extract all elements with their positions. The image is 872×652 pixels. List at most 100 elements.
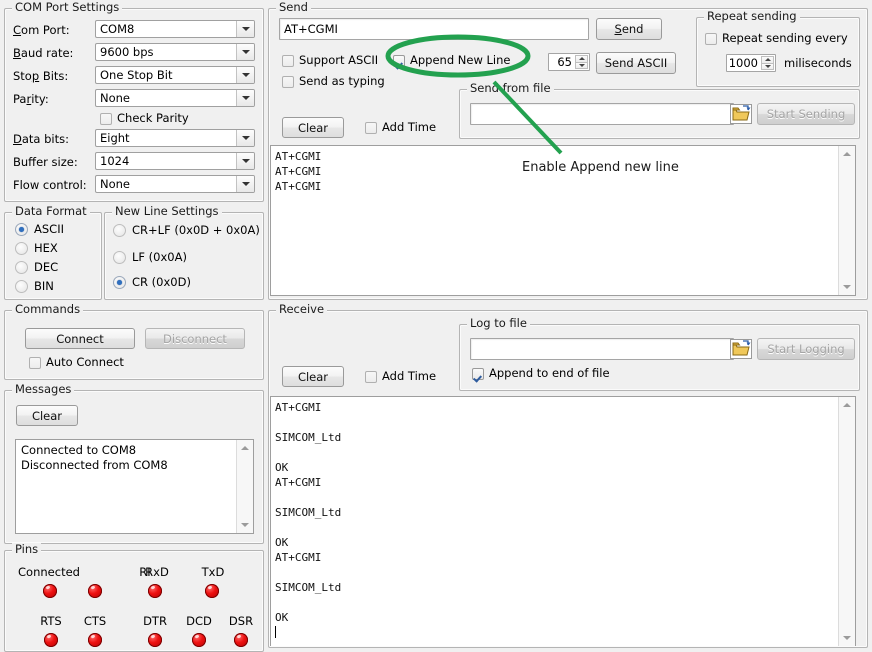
receive-group: Receive Clear Add Time Log to file Start…	[268, 310, 868, 648]
radio-box	[15, 223, 28, 236]
data-format-option-dec[interactable]: DEC	[15, 261, 58, 274]
new-line-option-cr[interactable]: CR (0x0D)	[113, 276, 191, 289]
connect-button[interactable]: Connect	[25, 328, 135, 349]
send-file-path-input[interactable]	[470, 103, 734, 125]
check-parity-label: Check Parity	[117, 112, 189, 125]
chevron-down-icon[interactable]	[236, 153, 254, 169]
receive-clear-button[interactable]: Clear	[282, 366, 344, 387]
scroll-down-icon[interactable]	[237, 517, 253, 533]
radio-box	[113, 276, 126, 289]
scroll-down-icon[interactable]	[839, 279, 855, 295]
send-ascii-button[interactable]: Send ASCII	[596, 52, 676, 74]
repeat-interval-spinner[interactable]: 1000	[726, 54, 776, 72]
receive-log-scrollbar[interactable]	[838, 397, 855, 646]
pin-led-txd	[205, 584, 219, 598]
append-to-end-checkbox[interactable]: Append to end of file	[472, 367, 610, 380]
send-input[interactable]: AT+CGMI	[279, 18, 589, 40]
radio-box	[113, 224, 126, 237]
data-format-option-ascii[interactable]: ASCII	[15, 223, 64, 236]
disconnect-button[interactable]: Disconnect	[145, 328, 245, 349]
data-bits-label: Data bits:	[13, 132, 69, 146]
messages-listbox[interactable]: Connected to COM8 Disconnected from COM8	[15, 439, 254, 534]
serial-terminal-window: COM Port Settings Com Port: COM8 Baud ra…	[0, 0, 872, 646]
scroll-up-icon[interactable]	[839, 146, 855, 162]
repeat-sending-label: Repeat sending every	[722, 32, 848, 45]
new-line-option-crlf[interactable]: CR+LF (0x0D + 0x0A)	[113, 224, 260, 237]
append-new-line-checkbox[interactable]: Append New Line	[393, 54, 511, 67]
pin-label-rxd: RxD	[127, 565, 187, 579]
start-sending-button[interactable]: Start Sending	[757, 103, 855, 125]
start-logging-button[interactable]: Start Logging	[757, 338, 855, 360]
flow-control-combobox[interactable]: None	[95, 175, 255, 193]
ascii-code-spinner[interactable]: 65	[548, 53, 590, 71]
folder-open-icon[interactable]	[730, 339, 752, 359]
pin-led-rts	[44, 633, 58, 647]
repeat-interval-value: 1000	[727, 55, 760, 71]
baud-rate-combobox[interactable]: 9600 bps	[95, 43, 255, 61]
pin-led-dcd	[192, 633, 206, 647]
messages-clear-button[interactable]: Clear	[16, 405, 78, 426]
repeat-sending-checkbox[interactable]: Repeat sending every	[705, 32, 848, 45]
com-port-combobox[interactable]: COM8	[95, 20, 255, 38]
check-parity-checkbox[interactable]: Check Parity	[100, 112, 189, 125]
commands-group: Commands Connect Disconnect Auto Connect	[4, 310, 264, 380]
spinner-arrows[interactable]	[761, 56, 774, 70]
messages-group: Messages Clear Connected to COM8 Disconn…	[4, 390, 264, 544]
checkbox-box	[705, 33, 717, 45]
scroll-up-icon[interactable]	[839, 397, 855, 413]
chevron-down-icon[interactable]	[236, 44, 254, 60]
stop-bits-combobox[interactable]: One Stop Bit	[95, 66, 255, 84]
pin-label-connected: Connected	[13, 565, 85, 579]
send-add-time-checkbox[interactable]: Add Time	[365, 121, 436, 134]
chevron-down-icon[interactable]	[236, 176, 254, 192]
receive-add-time-label: Add Time	[382, 370, 436, 383]
data-format-option-hex[interactable]: HEX	[15, 242, 58, 255]
buffer-size-combobox[interactable]: 1024	[95, 152, 255, 170]
log-to-file-caption: Log to file	[467, 317, 530, 329]
chevron-down-icon[interactable]	[236, 67, 254, 83]
folder-open-icon[interactable]	[730, 104, 752, 124]
radio-box	[15, 280, 28, 293]
chevron-down-icon[interactable]	[236, 90, 254, 106]
parity-combobox[interactable]: None	[95, 89, 255, 107]
option-label: DEC	[34, 261, 58, 274]
receive-add-time-checkbox[interactable]: Add Time	[365, 370, 436, 383]
spinner-down-icon[interactable]	[575, 62, 588, 70]
send-clear-button[interactable]: Clear	[282, 117, 344, 138]
send-input-value: AT+CGMI	[284, 19, 338, 39]
checkbox-box	[393, 55, 405, 67]
spinner-down-icon[interactable]	[761, 63, 774, 71]
spinner-arrows[interactable]	[575, 55, 588, 69]
send-from-file-caption: Send from file	[467, 82, 554, 94]
data-format-caption: Data Format	[12, 205, 90, 217]
send-button[interactable]: Send	[596, 18, 662, 40]
messages-scrollbar[interactable]	[236, 440, 253, 533]
baud-rate-label: Baud rate:	[13, 46, 73, 60]
auto-connect-checkbox[interactable]: Auto Connect	[29, 356, 124, 369]
send-caption: Send	[276, 1, 311, 13]
chevron-down-icon[interactable]	[236, 130, 254, 146]
data-format-option-bin[interactable]: BIN	[15, 280, 54, 293]
pin-led-connected	[43, 584, 57, 598]
baud-rate-value: 9600 bps	[100, 45, 154, 60]
scroll-up-icon[interactable]	[237, 440, 253, 456]
pin-label-cts: CTS	[69, 614, 121, 628]
send-button-label: Send	[615, 22, 644, 36]
folder-open-glyph	[731, 105, 751, 123]
new-line-option-lf[interactable]: LF (0x0A)	[113, 251, 187, 264]
send-as-typing-checkbox[interactable]: Send as typing	[282, 75, 385, 88]
checkbox-box	[100, 113, 112, 125]
data-bits-combobox[interactable]: Eight	[95, 129, 255, 147]
scroll-down-icon[interactable]	[839, 630, 855, 646]
repeat-sending-group: Repeat sending Repeat sending every 1000…	[696, 17, 860, 87]
append-to-end-label: Append to end of file	[489, 367, 610, 380]
log-file-path-input[interactable]	[470, 338, 734, 360]
send-log-scrollbar[interactable]	[838, 146, 855, 295]
support-ascii-checkbox[interactable]: Support ASCII	[282, 54, 378, 67]
repeat-sending-caption: Repeat sending	[704, 10, 800, 22]
pins-caption: Pins	[12, 543, 41, 555]
buffer-size-label: Buffer size:	[13, 155, 78, 169]
new-line-settings-caption: New Line Settings	[112, 205, 222, 217]
receive-log[interactable]: AT+CGMI SIMCOM_Ltd OK AT+CGMI SIMCOM_Ltd…	[270, 396, 856, 646]
chevron-down-icon[interactable]	[236, 21, 254, 37]
